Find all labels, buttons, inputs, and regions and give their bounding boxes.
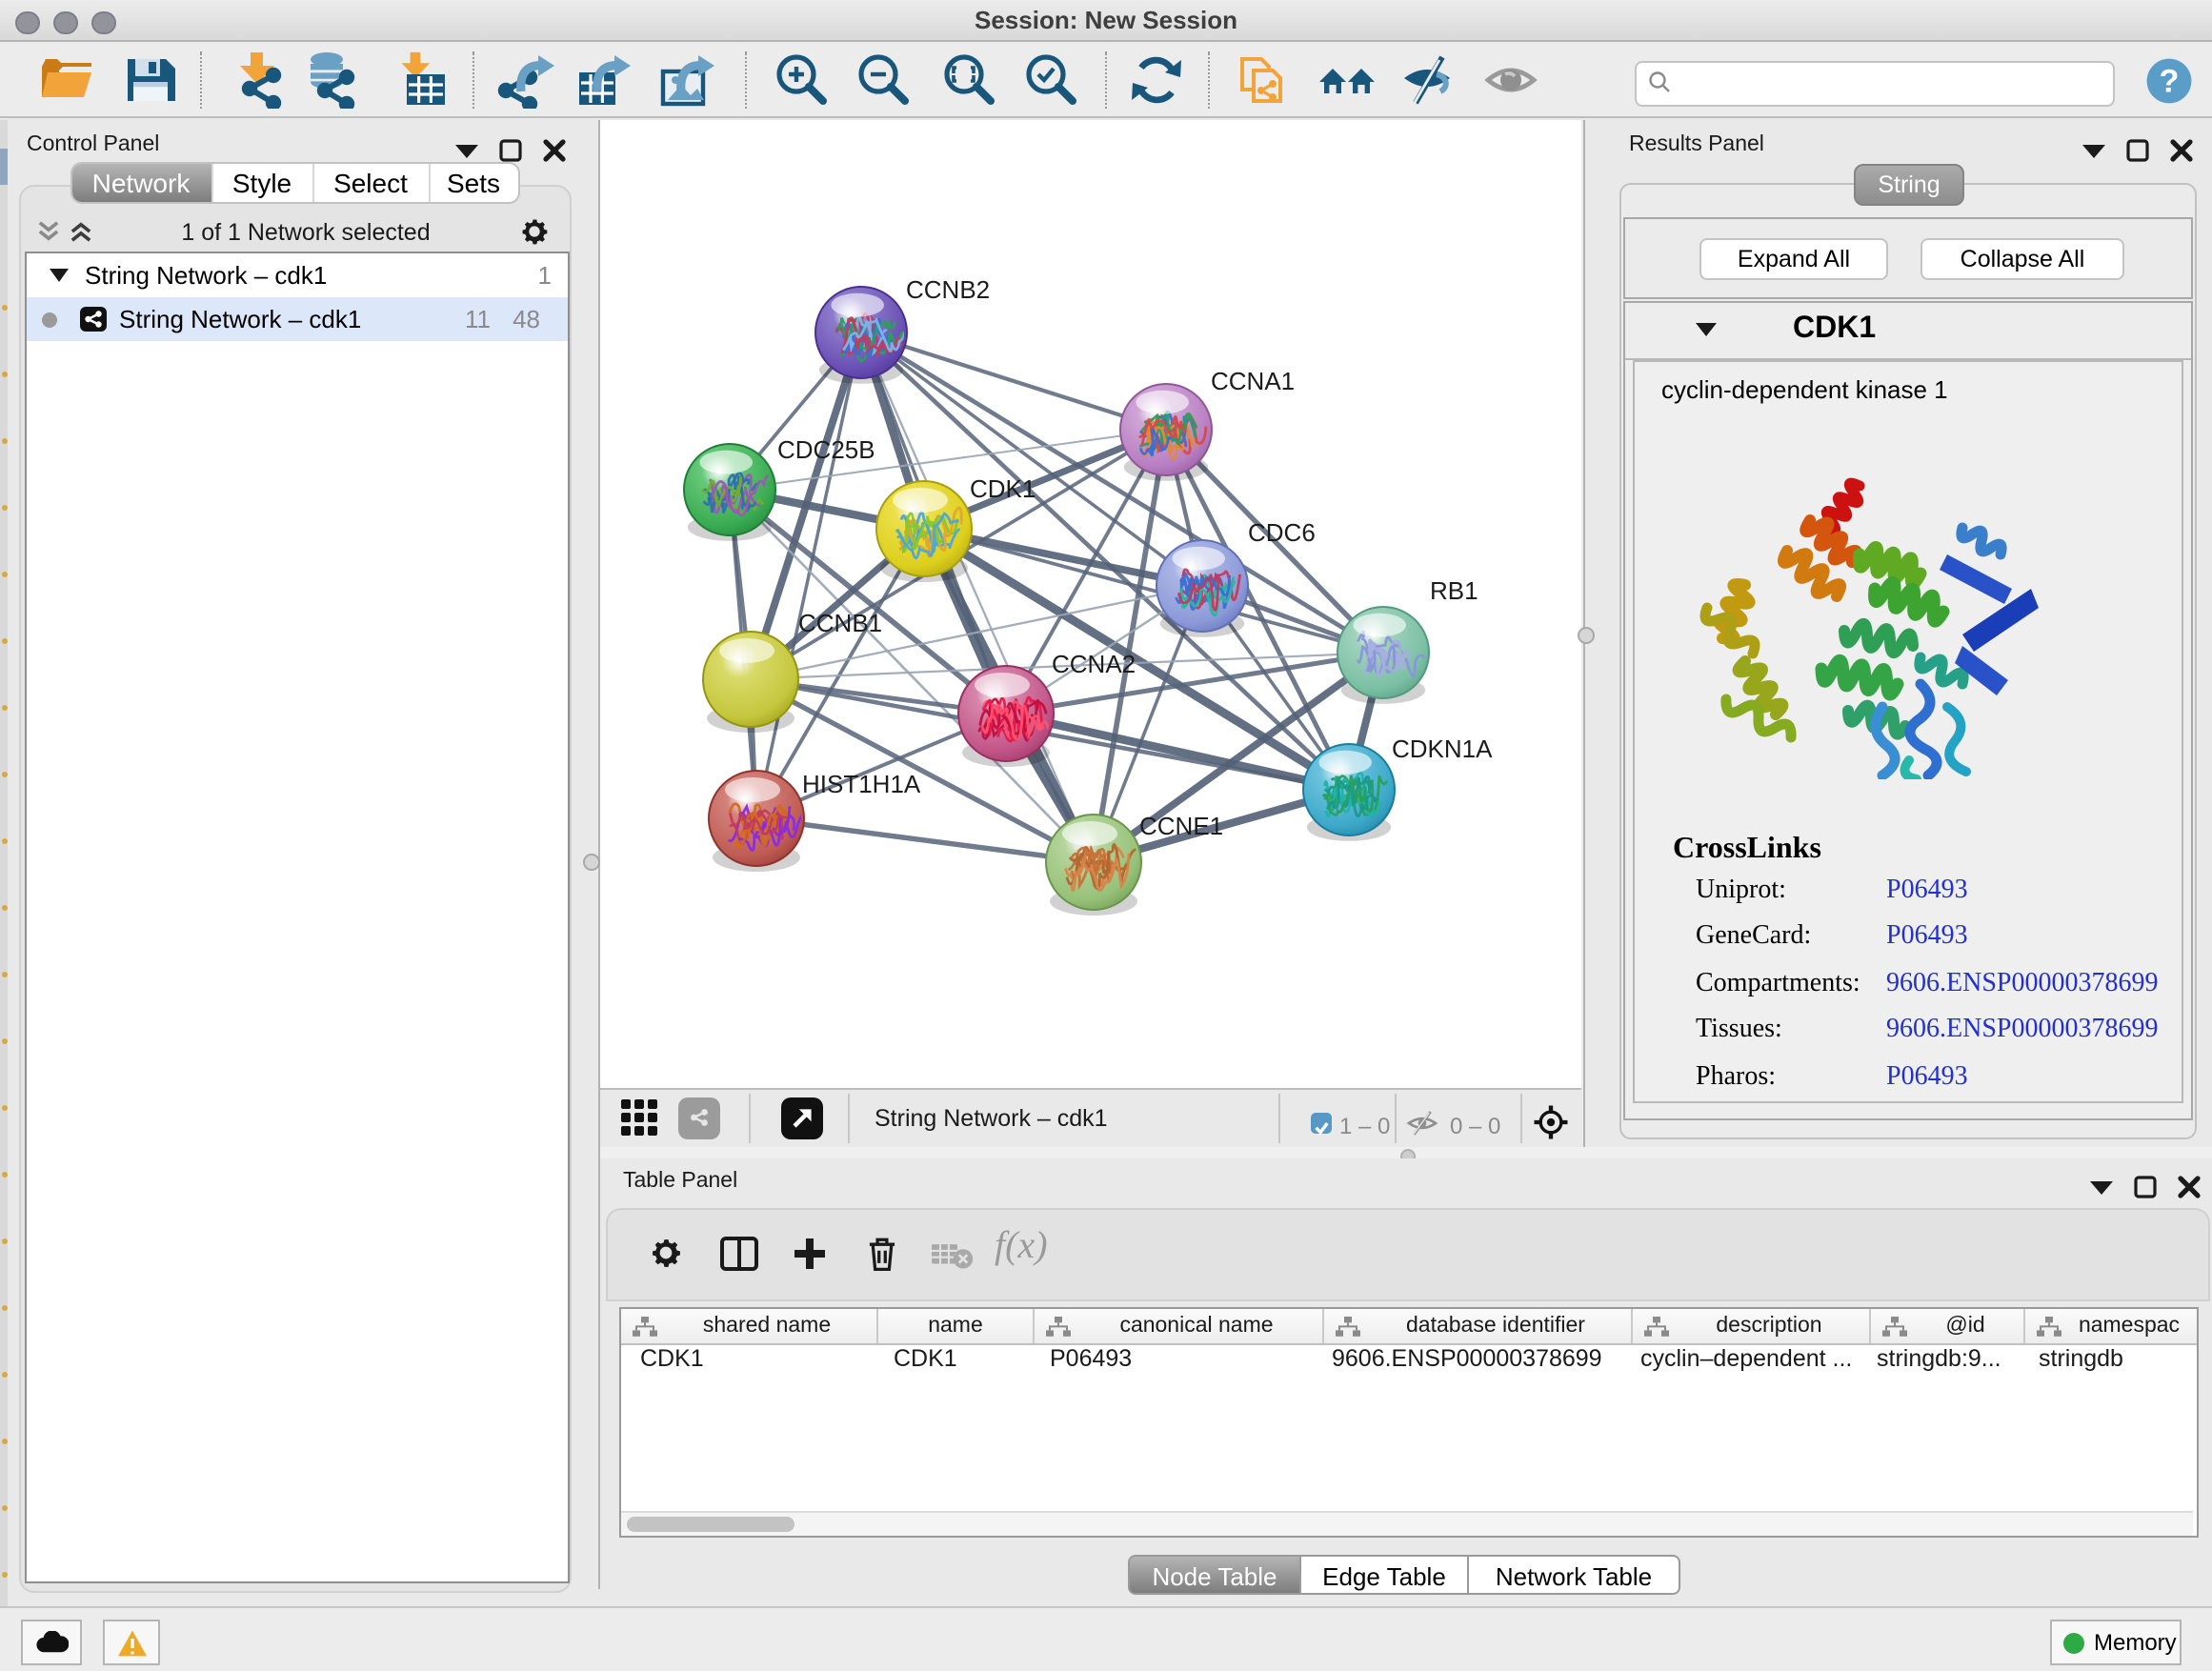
svg-text:CCNB1: CCNB1 — [798, 609, 882, 637]
svg-text:?: ? — [2159, 63, 2179, 99]
svg-text:CCNA2: CCNA2 — [1052, 650, 1136, 678]
svg-text:CDK1: CDK1 — [970, 474, 1036, 503]
svg-text:CCNA1: CCNA1 — [1211, 367, 1295, 395]
svg-text:CDC25B: CDC25B — [777, 435, 875, 464]
svg-text:HIST1H1A: HIST1H1A — [802, 770, 921, 798]
svg-text:CDKN1A: CDKN1A — [1392, 735, 1493, 763]
svg-text:CCNE1: CCNE1 — [1139, 812, 1223, 840]
svg-text:CCNB2: CCNB2 — [906, 275, 990, 304]
svg-text:RB1: RB1 — [1430, 576, 1478, 605]
svg-text:CDC6: CDC6 — [1248, 518, 1316, 547]
